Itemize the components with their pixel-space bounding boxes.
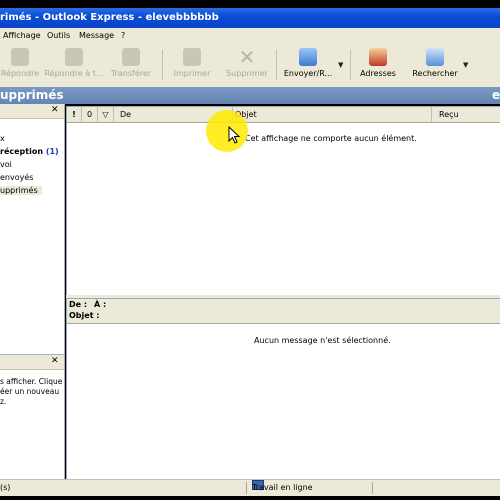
- contacts-help-text: s afficher. Cliquez éer un nouveau z.: [0, 377, 62, 406]
- priority-column-header[interactable]: !: [67, 107, 82, 122]
- forward-button[interactable]: Transférer: [108, 48, 154, 78]
- subject-label: Objet :: [69, 311, 100, 320]
- folder-item[interactable]: x: [0, 134, 5, 143]
- received-column-header[interactable]: Reçu: [433, 107, 500, 122]
- send-receive-button[interactable]: Envoyer/R...: [282, 48, 334, 78]
- reply-button[interactable]: Répondre: [0, 48, 40, 78]
- find-button[interactable]: Rechercher: [410, 48, 460, 78]
- status-divider: [372, 482, 373, 494]
- send-receive-icon: [299, 48, 317, 66]
- toolbar: Répondre Répondre à t... Transférer Impr…: [0, 44, 500, 88]
- from-label: De :: [69, 300, 88, 309]
- find-icon: [426, 48, 444, 66]
- close-icon[interactable]: ✕: [51, 105, 59, 115]
- contacts-pane-header: ✕: [0, 355, 64, 370]
- folder-item-deleted[interactable]: upprimés: [0, 186, 42, 195]
- menu-outils[interactable]: Outils: [47, 28, 70, 44]
- message-list-header: ! 0 ▽ De Objet Reçu: [67, 107, 500, 123]
- menu-affichage[interactable]: Affichage: [3, 28, 41, 44]
- flag-column-header[interactable]: ▽: [98, 107, 114, 122]
- status-bar: (s) Travail en ligne: [0, 479, 500, 496]
- no-message-selected-text: Aucun message n'est sélectionné.: [254, 336, 391, 345]
- toolbar-separator: [350, 50, 351, 80]
- message-list[interactable]: ! 0 ▽ De Objet Reçu Cet affichage ne com…: [66, 106, 500, 296]
- status-divider: [246, 482, 247, 494]
- menu-help[interactable]: ?: [121, 28, 125, 44]
- folder-title-bar: upprimés e: [0, 87, 500, 104]
- printer-icon: [183, 48, 201, 66]
- preview-pane: De : À : Objet : Aucun message n'est sél…: [66, 298, 500, 480]
- addresses-button[interactable]: Adresses: [358, 48, 398, 78]
- folders-pane-header: ✕: [0, 104, 64, 119]
- outlook-express-window: rimés - Outlook Express - elevebbbbbb Af…: [0, 0, 500, 500]
- close-icon[interactable]: ✕: [51, 356, 59, 366]
- preview-header: De : À : Objet :: [67, 299, 500, 324]
- reply-all-icon: [65, 48, 83, 66]
- folder-item-outbox[interactable]: voi: [0, 160, 12, 169]
- toolbar-separator: [162, 50, 163, 80]
- print-button[interactable]: Imprimer: [170, 48, 214, 78]
- window-title: rimés - Outlook Express - elevebbbbbb: [0, 12, 219, 23]
- address-book-icon: [369, 48, 387, 66]
- status-message-count: (s): [0, 483, 11, 492]
- empty-list-message: Cet affichage ne comporte aucun élément.: [245, 134, 417, 143]
- identity-label: e: [492, 88, 500, 102]
- unread-count: (1): [45, 147, 59, 156]
- subject-column-header[interactable]: Objet: [233, 107, 432, 122]
- find-dropdown-icon[interactable]: ▼: [463, 61, 468, 69]
- delete-button[interactable]: ✕ Supprimer: [224, 45, 270, 78]
- attachment-column-header[interactable]: 0: [82, 107, 98, 122]
- send-receive-dropdown-icon[interactable]: ▼: [338, 61, 343, 69]
- folders-pane: ✕ x réception (1) voi envoyés upprimés: [0, 104, 65, 354]
- folder-item-inbox[interactable]: réception (1): [0, 147, 59, 156]
- current-folder-title: upprimés: [0, 88, 64, 102]
- delete-x-icon: ✕: [238, 45, 256, 69]
- folder-item-sent[interactable]: envoyés: [0, 173, 33, 182]
- contacts-pane: ✕ s afficher. Cliquez éer un nouveau z.: [0, 354, 65, 479]
- to-label: À :: [94, 300, 107, 309]
- title-bar[interactable]: rimés - Outlook Express - elevebbbbbb: [0, 8, 500, 28]
- toolbar-separator: [276, 50, 277, 80]
- reply-all-button[interactable]: Répondre à t...: [44, 48, 104, 78]
- mouse-pointer-icon: [228, 126, 241, 144]
- menu-message[interactable]: Message: [79, 28, 114, 44]
- forward-icon: [122, 48, 140, 66]
- reply-icon: [11, 48, 29, 66]
- menu-bar: Affichage Outils Message ?: [0, 28, 500, 44]
